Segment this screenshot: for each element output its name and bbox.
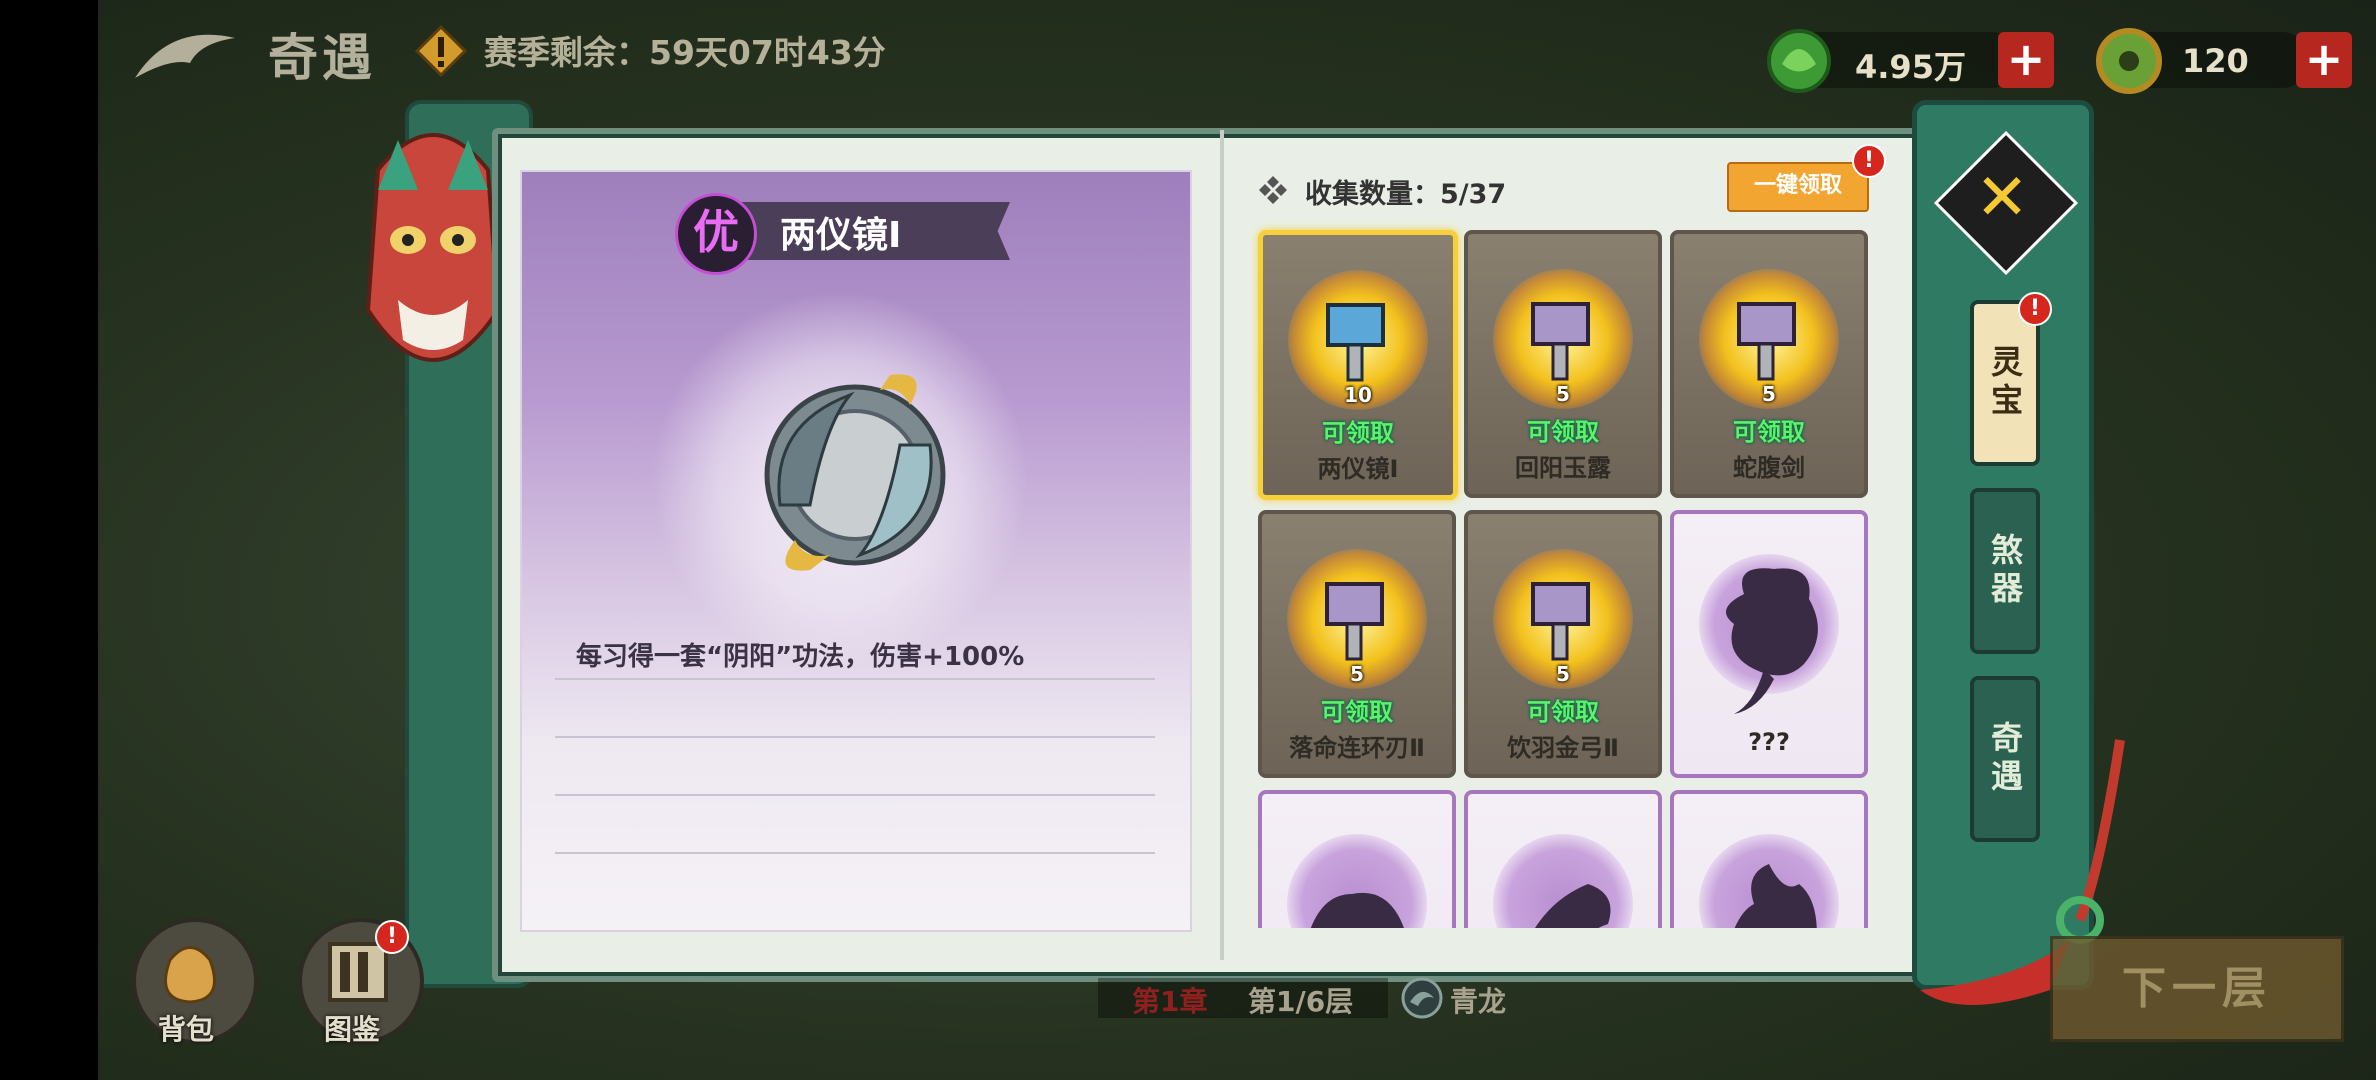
flame-silhouette-icon — [1734, 864, 1817, 928]
card-status: 可领取 — [1322, 419, 1394, 447]
card-name: 两仪镜Ⅰ — [1317, 455, 1399, 483]
card-name: 落命连环刃Ⅱ — [1289, 734, 1425, 762]
tab-shaqi[interactable]: 煞器 — [1970, 488, 2040, 654]
collection-grid: 10 可领取 两仪镜Ⅰ 5 可领取 回阳玉露 5 可领取 蛇腹剑 5 可领取 落… — [1222, 148, 1870, 928]
card-status: 可领取 — [1321, 698, 1393, 726]
collection-card[interactable]: 5 可领取 回阳玉露 — [1464, 230, 1662, 498]
item-title: 两仪镜Ⅰ — [780, 215, 902, 256]
floor-label: 第1/6层 — [1248, 985, 1354, 1018]
mask-decoration-icon — [365, 133, 501, 362]
dragon-icon — [1401, 977, 1443, 1019]
rank-badge: 优 — [675, 193, 757, 275]
jade-icon — [1767, 29, 1831, 93]
card-name: 蛇腹剑 — [1733, 454, 1805, 482]
boss-label: 青龙 — [1450, 985, 1507, 1018]
collection-card-locked[interactable] — [1258, 790, 1456, 928]
add-coin-button[interactable]: + — [2296, 32, 2352, 88]
rule-line — [555, 736, 1155, 738]
rule-line — [555, 852, 1155, 854]
card-count: 5 — [1556, 662, 1570, 686]
coin-icon — [2096, 28, 2162, 94]
next-floor-button[interactable]: 下一层 — [2050, 936, 2344, 1042]
codex-badge: ! — [375, 920, 409, 954]
card-count: 5 — [1350, 662, 1364, 686]
card-name: 饮羽金弓Ⅱ — [1507, 734, 1619, 762]
letterbox-left — [0, 0, 98, 1080]
item-description: 每习得一套“阴阳”功法，伤害+100% — [576, 642, 1025, 672]
card-status: 可领取 — [1733, 418, 1805, 446]
close-icon: ✕ — [1975, 161, 2029, 235]
card-count: 10 — [1344, 383, 1372, 407]
bag-icon — [164, 946, 216, 1004]
warning-icon — [415, 25, 467, 77]
add-jade-button[interactable]: + — [1998, 32, 2054, 88]
card-name: ??? — [1748, 728, 1790, 756]
page-title: 奇遇 — [268, 28, 376, 87]
collection-card-locked[interactable]: ??? — [1670, 510, 1868, 778]
bag-label: 背包 — [158, 1013, 215, 1046]
card-status: 可领取 — [1527, 418, 1599, 446]
season-timer: 赛季剩余：59天07时43分 — [484, 33, 886, 72]
collection-card[interactable]: 10 可领取 两仪镜Ⅰ — [1258, 230, 1458, 500]
beast-silhouette-icon — [1310, 892, 1404, 928]
hammer-icon — [1531, 302, 1590, 381]
mirror-artifact-icon — [764, 374, 946, 571]
card-count: 5 — [1762, 382, 1776, 406]
coin-amount: 120 — [2182, 42, 2249, 80]
card-status: 可领取 — [1527, 698, 1599, 726]
hammer-icon — [1325, 582, 1384, 661]
card-count: 5 — [1556, 382, 1570, 406]
card-name: 回阳玉露 — [1515, 454, 1611, 482]
hammer-icon — [1531, 582, 1590, 661]
hammer-icon — [1326, 303, 1385, 382]
tab-badge: ! — [2018, 292, 2052, 326]
collection-card[interactable]: 5 可领取 饮羽金弓Ⅱ — [1464, 510, 1662, 778]
rule-line — [555, 678, 1155, 680]
back-logo-icon[interactable] — [130, 18, 240, 88]
codex-label: 图鉴 — [324, 1013, 381, 1046]
collection-card-locked[interactable] — [1464, 790, 1662, 928]
collection-card[interactable]: 5 可领取 落命连环刃Ⅱ — [1258, 510, 1456, 778]
collection-card[interactable]: 5 可领取 蛇腹剑 — [1670, 230, 1868, 498]
gourd-silhouette-icon — [1726, 568, 1818, 714]
jade-amount: 4.95万 — [1855, 48, 1966, 86]
rule-line — [555, 794, 1155, 796]
collection-card-locked[interactable] — [1670, 790, 1868, 928]
chapter-label: 第1章 — [1132, 985, 1208, 1018]
hammer-icon — [1737, 302, 1796, 381]
fish-silhouette-icon — [1535, 884, 1611, 928]
